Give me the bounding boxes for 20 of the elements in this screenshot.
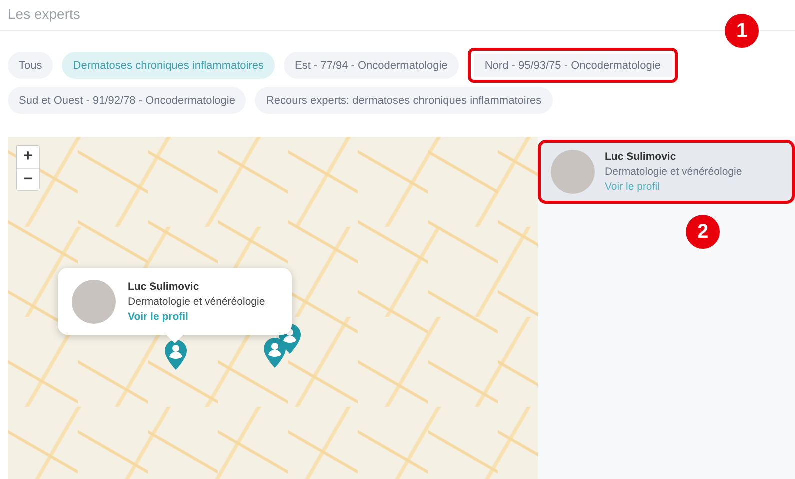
- expert-name: Luc Sulimovic: [605, 151, 678, 163]
- profile-link[interactable]: Voir le profil: [128, 310, 266, 322]
- filter-chip[interactable]: Tous: [8, 52, 54, 79]
- filter-chip[interactable]: Sud et Ouest - 91/92/78 - Oncodermatologie: [8, 87, 246, 114]
- zoom-out-button[interactable]: −: [17, 168, 39, 190]
- annotation-number: 1: [725, 14, 759, 48]
- map-pin-icon[interactable]: [165, 340, 187, 370]
- avatar-placeholder: [72, 280, 116, 324]
- expert-specialty: Dermatologie et vénéréologie: [605, 166, 742, 178]
- filter-chip[interactable]: Est - 77/94 - Oncodermatologie: [284, 52, 459, 79]
- avatar-placeholder: [551, 150, 595, 194]
- expert-specialty: Dermatologie et vénéréologie: [128, 296, 266, 308]
- section-title: Les experts: [8, 6, 80, 22]
- map-tile[interactable]: + − Luc Sulimovic Dermatologie et vénéréologie Voir le profil: [8, 137, 538, 479]
- expert-name: Luc Sulimovic: [128, 280, 200, 292]
- filter-chip[interactable]: Nord - 95/93/75 - Oncodermatologie: [468, 48, 678, 83]
- filter-chip[interactable]: Recours experts: dermatoses chroniques inflammatoires: [255, 87, 553, 114]
- expert-card[interactable]: Luc Sulimovic Dermatologie et vénéréologie Voir le profil: [538, 140, 795, 204]
- map-pin-icon[interactable]: [264, 338, 286, 368]
- filter-chip[interactable]: Dermatoses chroniques inflammatoires: [62, 52, 275, 79]
